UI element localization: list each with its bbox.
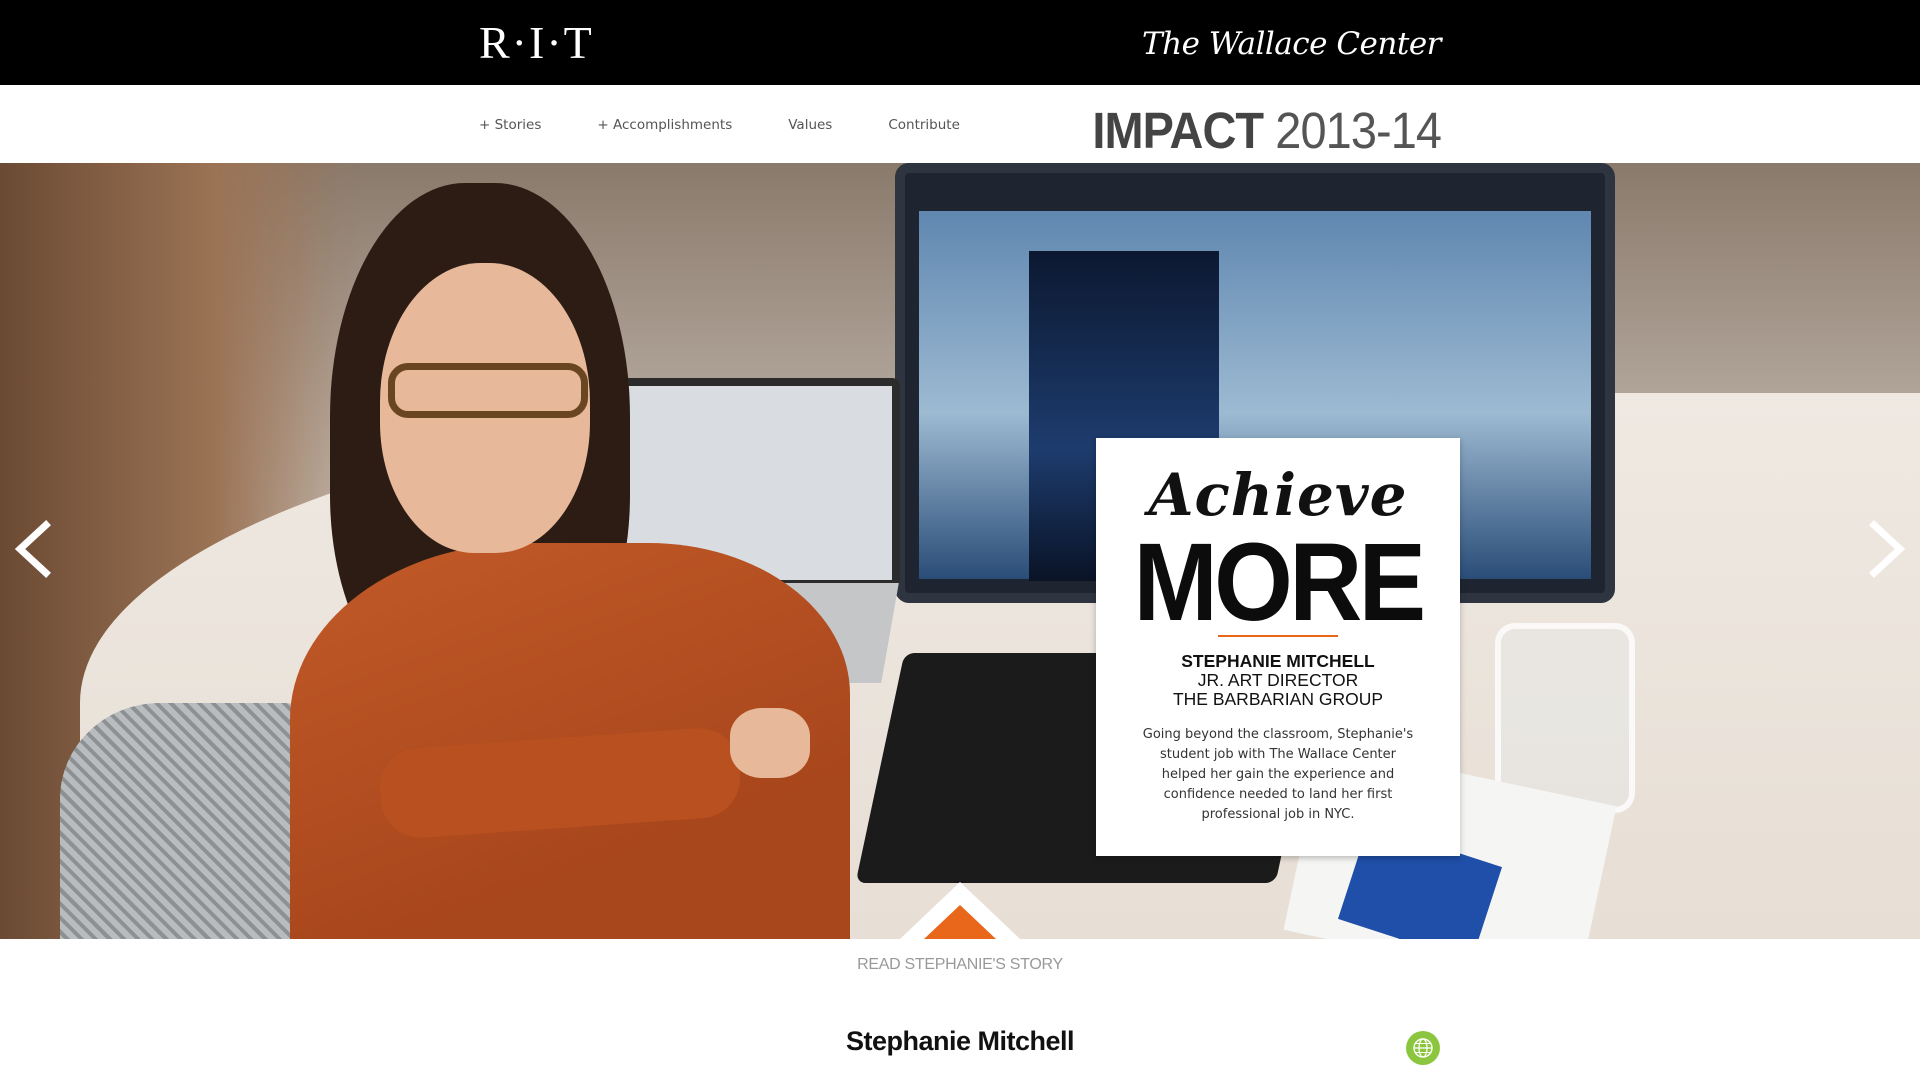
hero-photo-hand	[730, 708, 810, 778]
nav-item-stories[interactable]: + Stories	[479, 117, 541, 133]
nav-item-contribute[interactable]: Contribute	[888, 117, 960, 133]
hero-photo-glasses	[388, 363, 588, 418]
read-story-link[interactable]: READ STEPHANIE'S STORY	[760, 956, 1160, 974]
card-person-name: STEPHANIE MITCHELL	[1181, 651, 1375, 671]
hero-photo-person	[290, 183, 930, 939]
slideshow-next-button[interactable]	[1862, 519, 1910, 579]
impact-title-bold: IMPACT	[1092, 102, 1264, 159]
impact-title: IMPACT 2013-14	[1092, 101, 1442, 161]
read-story-tab[interactable]	[900, 882, 1020, 942]
card-script-heading: Achieve	[1148, 461, 1408, 529]
rit-logo[interactable]: R·I·T	[479, 18, 594, 68]
impact-title-year: 2013-14	[1275, 102, 1442, 159]
wallace-center-logo[interactable]: The Wallace Center	[1142, 20, 1442, 68]
card-divider	[1218, 635, 1338, 637]
card-headline: MORE	[1133, 521, 1427, 644]
card-person-organization: THE BARBARIAN GROUP	[1172, 689, 1384, 709]
story-section-title: Stephanie Mitchell	[845, 1026, 1075, 1056]
slideshow-prev-button[interactable]	[10, 519, 58, 579]
nav-item-values[interactable]: Values	[788, 117, 832, 133]
card-person-role: JR. ART DIRECTOR	[1197, 670, 1359, 690]
profile-callout-card: Achieve MORE STEPHANIE MITCHELL JR. ART …	[1096, 438, 1460, 856]
nav-item-accomplishments[interactable]: + Accomplishments	[597, 117, 732, 133]
globe-icon	[1413, 1038, 1433, 1058]
hero-photo-chair	[60, 703, 310, 939]
main-navigation: + Stories + Accomplishments Values Contr…	[0, 85, 1920, 163]
globe-button[interactable]	[1406, 1031, 1440, 1065]
top-header-bar: R·I·T The Wallace Center	[0, 0, 1920, 85]
triangle-up-icon	[900, 882, 1020, 939]
chevron-right-icon	[1869, 520, 1906, 578]
nav-list: + Stories + Accomplishments Values Contr…	[479, 117, 1016, 133]
card-description: Going beyond the classroom, Stephanie's …	[1142, 727, 1414, 822]
hero-slideshow: Achieve MORE STEPHANIE MITCHELL JR. ART …	[0, 163, 1920, 939]
chevron-left-icon	[14, 520, 51, 578]
